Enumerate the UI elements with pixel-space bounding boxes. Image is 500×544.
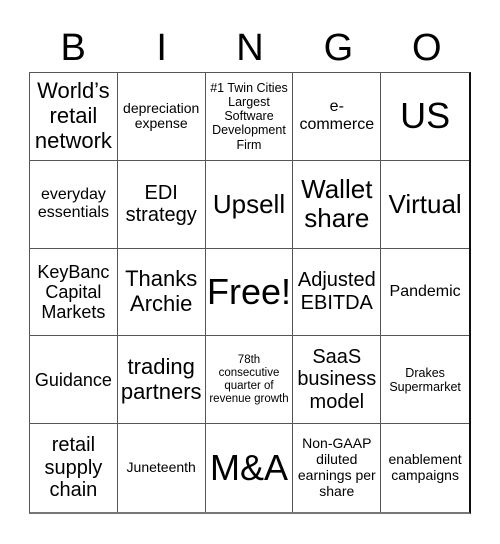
bingo-cell[interactable]: Virtual	[381, 161, 469, 249]
header-letter-g: G	[323, 27, 354, 69]
bingo-cell[interactable]: Upsell	[205, 160, 294, 249]
bingo-cell[interactable]: Adjusted EBITDA	[293, 248, 382, 337]
bingo-header: B I N G O	[29, 24, 471, 72]
bingo-cell[interactable]: Guidance	[30, 336, 118, 425]
bingo-cell[interactable]: Juneteenth	[118, 424, 206, 512]
bingo-cell[interactable]: Non-GAAP diluted earnings per share	[293, 424, 382, 512]
bingo-card-grid: World’s retail network depreciation expe…	[29, 72, 471, 514]
bingo-cell[interactable]: enablement campaigns	[381, 424, 469, 512]
bingo-cell[interactable]: KeyBanc Capital Markets	[30, 248, 118, 337]
header-letter-b: B	[60, 27, 86, 69]
bingo-cell[interactable]: US	[381, 73, 469, 161]
bingo-cell[interactable]: Wallet share	[293, 160, 382, 249]
bingo-cell[interactable]: M&A	[206, 424, 294, 512]
bingo-cell[interactable]: Pandemic	[381, 249, 469, 337]
bingo-cell[interactable]: e-commerce	[293, 73, 382, 161]
bingo-cell[interactable]: EDI strategy	[117, 160, 206, 249]
bingo-cell[interactable]: trading partners	[117, 336, 206, 425]
bingo-cell[interactable]: depreciation expense	[117, 73, 206, 161]
free-space-cell[interactable]: Free!	[205, 248, 294, 337]
bingo-cell[interactable]: Drakes Supermarket	[381, 336, 469, 425]
bingo-cell[interactable]: #1 Twin Cities Largest Software Developm…	[205, 73, 294, 161]
bingo-cell[interactable]: 78th consecutive quarter of revenue grow…	[205, 336, 294, 425]
bingo-cell[interactable]: Thanks Archie	[117, 248, 206, 337]
bingo-cell[interactable]: SaaS business model	[293, 336, 382, 425]
bingo-cell[interactable]: everyday essentials	[30, 160, 118, 249]
header-letter-n: N	[236, 27, 264, 69]
header-letter-i: I	[156, 27, 167, 69]
bingo-cell[interactable]: World’s retail network	[30, 73, 118, 161]
bingo-cell[interactable]: retail supply chain	[30, 424, 118, 512]
header-letter-o: O	[412, 27, 442, 69]
